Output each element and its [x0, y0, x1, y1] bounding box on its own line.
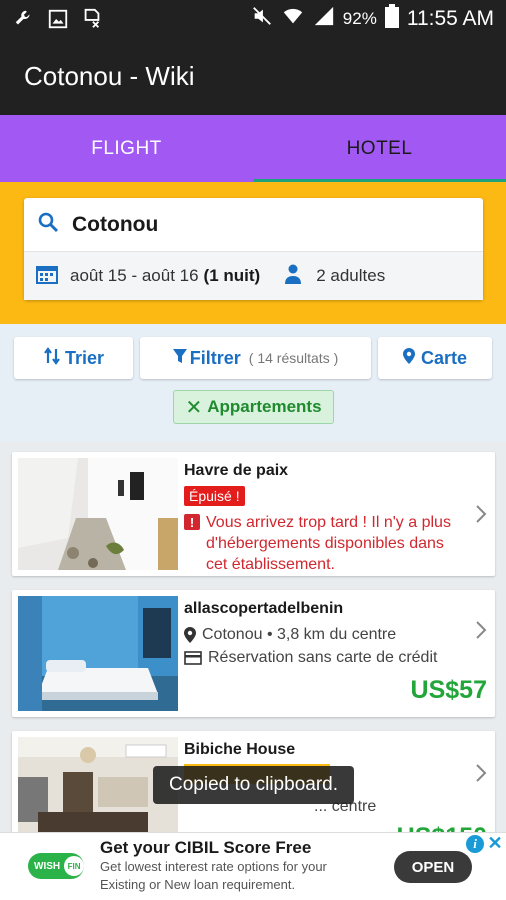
hotel-location: Cotonou • 3,8 km du centre: [184, 626, 465, 644]
ad-title: Get your CIBIL Score Free: [100, 838, 312, 857]
image-icon: [46, 7, 70, 31]
hotel-name: Havre de paix: [184, 462, 289, 479]
clock: 11:55 AM: [406, 7, 494, 30]
results-count: ( 14 résultats ): [248, 350, 339, 366]
date-range: août 15 - août 16: [70, 266, 199, 285]
chevron-right-icon: [476, 764, 487, 782]
guest-count: 2 adultes: [316, 266, 386, 285]
battery-percent: 92%: [342, 9, 377, 28]
ad-banner[interactable]: WISH FIN Get your CIBIL Score Free Get l…: [0, 832, 506, 900]
filter-button[interactable]: Filtrer ( 14 résultats ): [140, 337, 371, 379]
hotel-name: allascopertadelbenin: [184, 600, 344, 617]
search-icon: [36, 210, 60, 239]
status-bar: 92% 11:55 AM: [0, 0, 506, 38]
tab-bar: FLIGHT HOTEL: [0, 115, 506, 182]
map-pin-icon: [402, 347, 415, 369]
warning-text: Vous arrivez trop tard ! Il n'y a plus d…: [206, 514, 451, 573]
sold-out-badge: Épuisé !: [184, 486, 245, 506]
sort-icon: [43, 346, 61, 370]
ad-description: Get lowest interest rate options for you…: [100, 859, 327, 892]
person-icon: [284, 264, 302, 289]
hotel-card[interactable]: Havre de paix Épuisé ! ! Vous arrivez tr…: [12, 452, 495, 576]
hotel-card[interactable]: allascopertadelbenin Cotonou • 3,8 km du…: [12, 590, 495, 717]
ad-close-icon[interactable]: ✕: [486, 833, 504, 853]
toast-message: Copied to clipboard.: [153, 766, 354, 804]
calendar-icon: [36, 264, 58, 289]
hotel-info: allascopertadelbenin Cotonou • 3,8 km du…: [184, 600, 465, 667]
hotel-name: Bibiche House: [184, 741, 296, 758]
hotel-info: Havre de paix Épuisé ! ! Vous arrivez tr…: [184, 462, 465, 575]
signal-icon: [313, 5, 335, 33]
exclamation-icon: !: [184, 514, 200, 530]
mute-icon: [251, 5, 273, 33]
chevron-right-icon: [476, 621, 487, 639]
sort-label: Trier: [64, 347, 105, 368]
destination-field[interactable]: Cotonou: [24, 198, 483, 252]
tab-flight[interactable]: FLIGHT: [0, 115, 253, 182]
sold-out-warning: ! Vous arrivez trop tard ! Il n'y a plus…: [184, 512, 465, 575]
funnel-icon: [172, 348, 187, 369]
map-button[interactable]: Carte: [378, 337, 492, 379]
payment-text: Réservation sans carte de crédit: [208, 649, 438, 666]
wishfin-logo: WISH FIN: [28, 853, 84, 879]
close-icon[interactable]: ✕: [185, 395, 202, 420]
active-filter-chip[interactable]: ✕ Appartements: [173, 390, 334, 424]
app-bar: Cotonou - Wiki: [0, 38, 506, 115]
hotel-photo: [18, 596, 178, 711]
payment-info: Réservation sans carte de crédit: [184, 649, 465, 667]
chip-label: Appartements: [207, 397, 322, 416]
destination-value: Cotonou: [72, 212, 159, 236]
wifi-icon: [281, 5, 305, 33]
ad-info-icon[interactable]: i: [466, 835, 484, 853]
app-title: Cotonou - Wiki: [24, 61, 195, 91]
nights-count: (1 nuit): [203, 266, 261, 285]
logo-text: WISH: [34, 860, 61, 872]
location-text: Cotonou • 3,8 km du centre: [202, 626, 397, 643]
hotel-price: US$57: [410, 676, 487, 704]
dates-guests-row[interactable]: août 15 - août 16 (1 nuit) 2 adultes: [24, 252, 483, 300]
filter-label: Filtrer: [189, 347, 241, 368]
ad-open-button[interactable]: OPEN: [394, 851, 472, 883]
hotel-photo: [18, 458, 178, 570]
sort-button[interactable]: Trier: [14, 337, 133, 379]
logo-sub: FIN: [64, 856, 84, 876]
battery-icon: [384, 4, 399, 34]
filter-bar: Trier Filtrer ( 14 résultats ) Carte ✕ A…: [0, 324, 506, 442]
search-card: Cotonou août 15 - août 16 (1 nuit) 2 adu…: [24, 198, 483, 300]
chevron-right-icon: [476, 505, 487, 523]
tab-hotel[interactable]: HOTEL: [253, 115, 506, 182]
location-pin-icon: [184, 627, 196, 643]
map-label: Carte: [420, 347, 468, 368]
credit-card-icon: [184, 651, 202, 665]
wrench-icon: [12, 7, 36, 31]
document-x-icon: [80, 7, 104, 31]
